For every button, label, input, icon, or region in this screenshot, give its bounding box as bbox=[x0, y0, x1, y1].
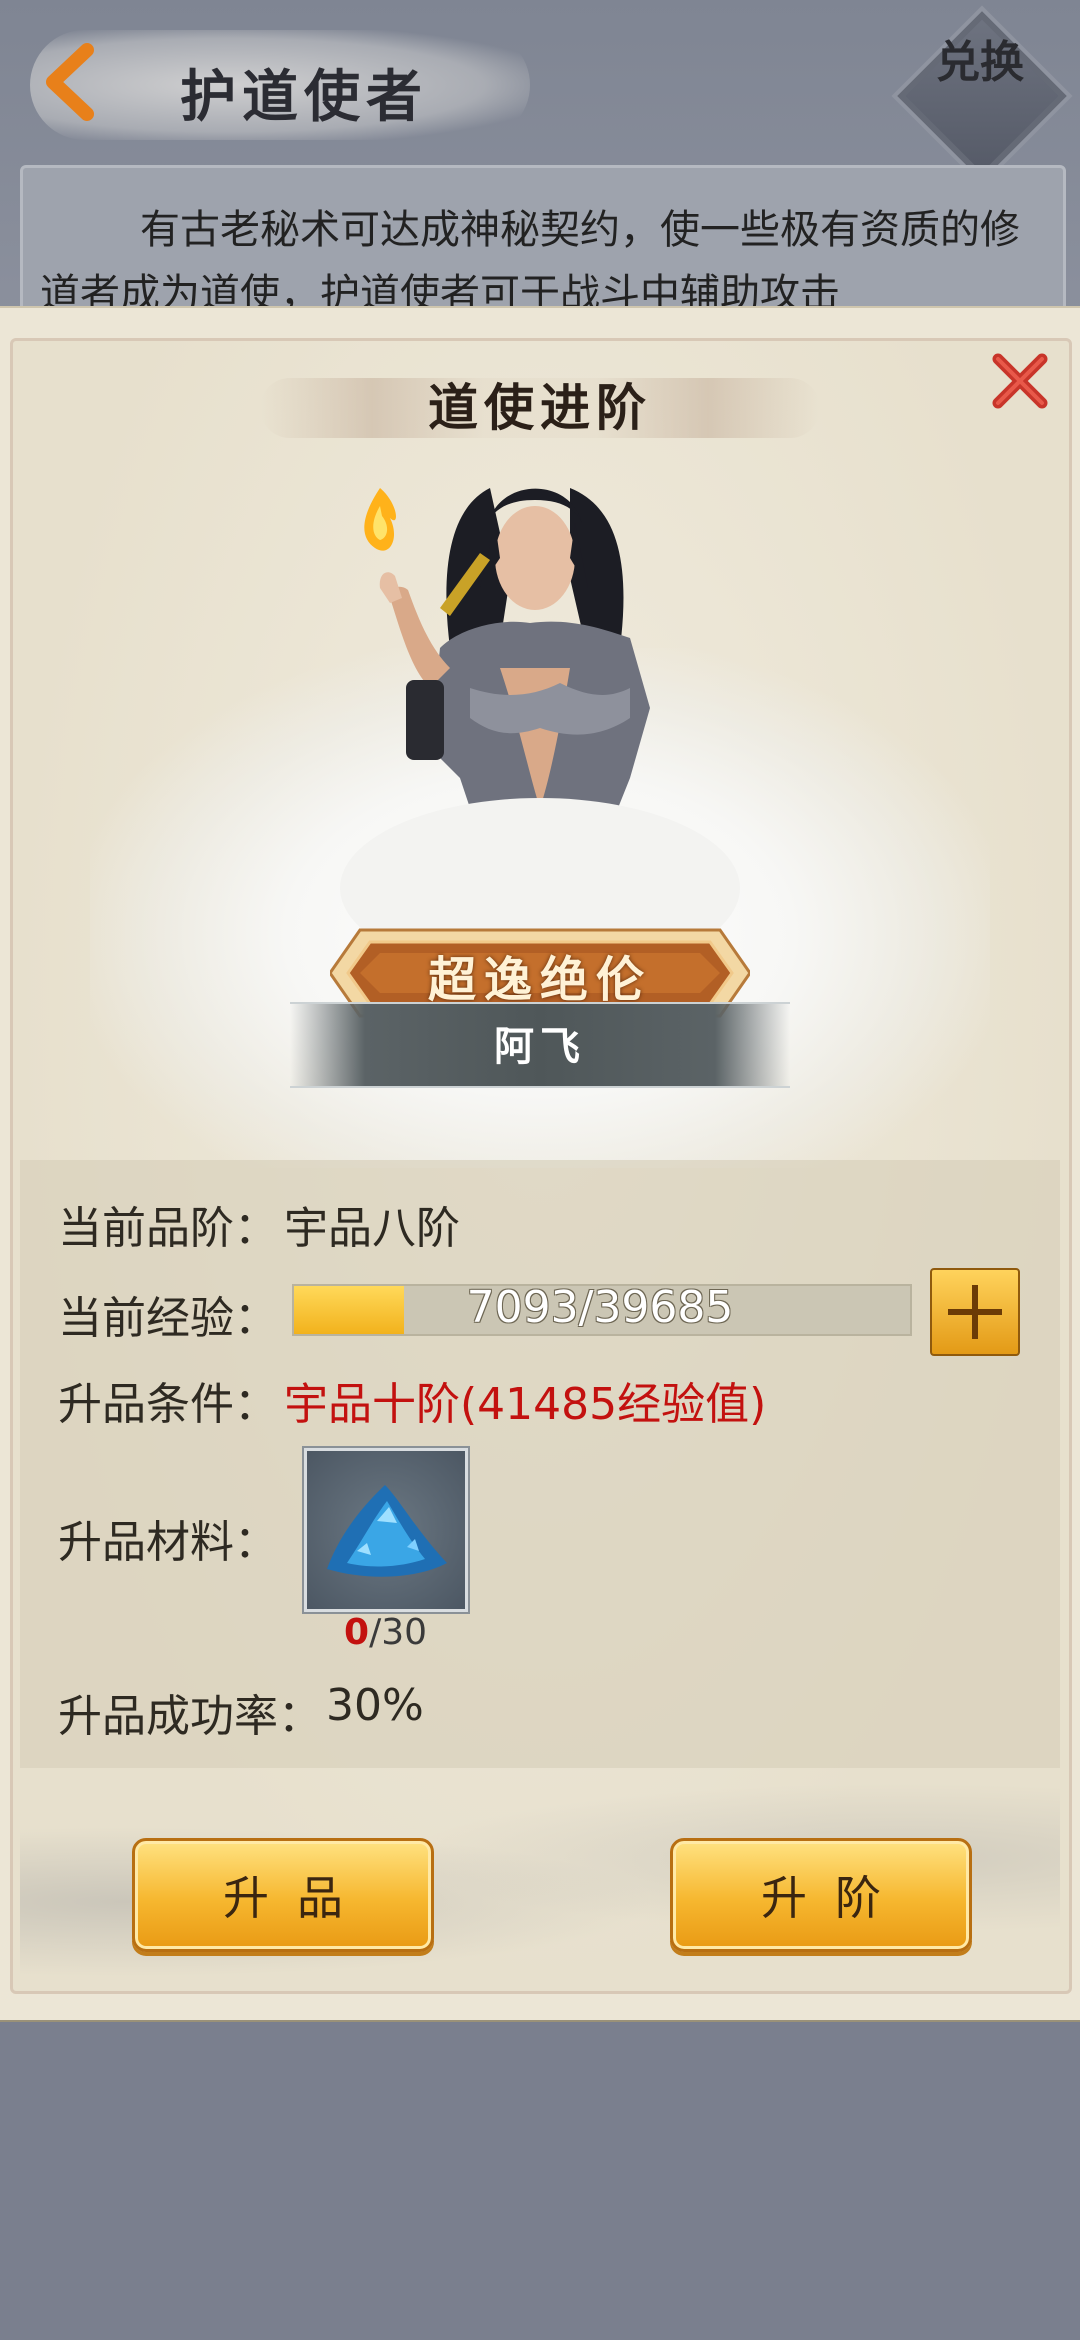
exp-progress-text: 7093/39685 bbox=[466, 1282, 734, 1333]
material-label: 升品材料： bbox=[58, 1517, 278, 1568]
character-name: 阿飞 bbox=[494, 1023, 586, 1070]
material-have: 0 bbox=[344, 1612, 370, 1653]
plus-icon bbox=[948, 1285, 1002, 1339]
exchange-label: 兑换 bbox=[936, 37, 1024, 88]
upgrade-grade-label: 升品 bbox=[223, 1871, 371, 1925]
success-rate-label: 升品成功率： bbox=[58, 1691, 322, 1742]
back-arrow-icon bbox=[46, 43, 94, 121]
upgrade-condition-label: 升品条件： bbox=[58, 1379, 278, 1430]
blue-ore-icon bbox=[327, 1485, 447, 1577]
material-need: /30 bbox=[369, 1612, 427, 1653]
add-exp-button[interactable] bbox=[930, 1268, 1020, 1356]
success-rate-value: 30% bbox=[326, 1680, 424, 1731]
upgrade-grade-button[interactable]: 升品 bbox=[132, 1838, 434, 1952]
close-icon bbox=[992, 353, 1048, 409]
upgrade-rank-label: 升阶 bbox=[761, 1871, 909, 1925]
close-button[interactable] bbox=[985, 346, 1055, 416]
material-slot[interactable] bbox=[304, 1448, 468, 1612]
current-exp-label: 当前经验： bbox=[58, 1293, 278, 1344]
page-title: 护道使者 bbox=[180, 64, 428, 130]
dialog-title: 道使进阶 bbox=[428, 378, 652, 437]
upgrade-condition-value: 宇品十阶(41485经验值) bbox=[284, 1379, 767, 1430]
upgrade-rank-button[interactable]: 升阶 bbox=[670, 1838, 972, 1952]
rank-badge-label: 超逸绝伦 bbox=[427, 952, 652, 1008]
back-button[interactable] bbox=[30, 42, 110, 122]
top-bar: 护道使者 兑换 bbox=[0, 0, 1080, 187]
overlay-bottom bbox=[0, 2022, 1080, 2340]
character-portrait bbox=[340, 488, 740, 968]
current-grade-value: 宇品八阶 bbox=[284, 1203, 460, 1254]
current-grade-label: 当前品阶： bbox=[58, 1203, 278, 1254]
material-count: 0/30 bbox=[344, 1612, 427, 1653]
